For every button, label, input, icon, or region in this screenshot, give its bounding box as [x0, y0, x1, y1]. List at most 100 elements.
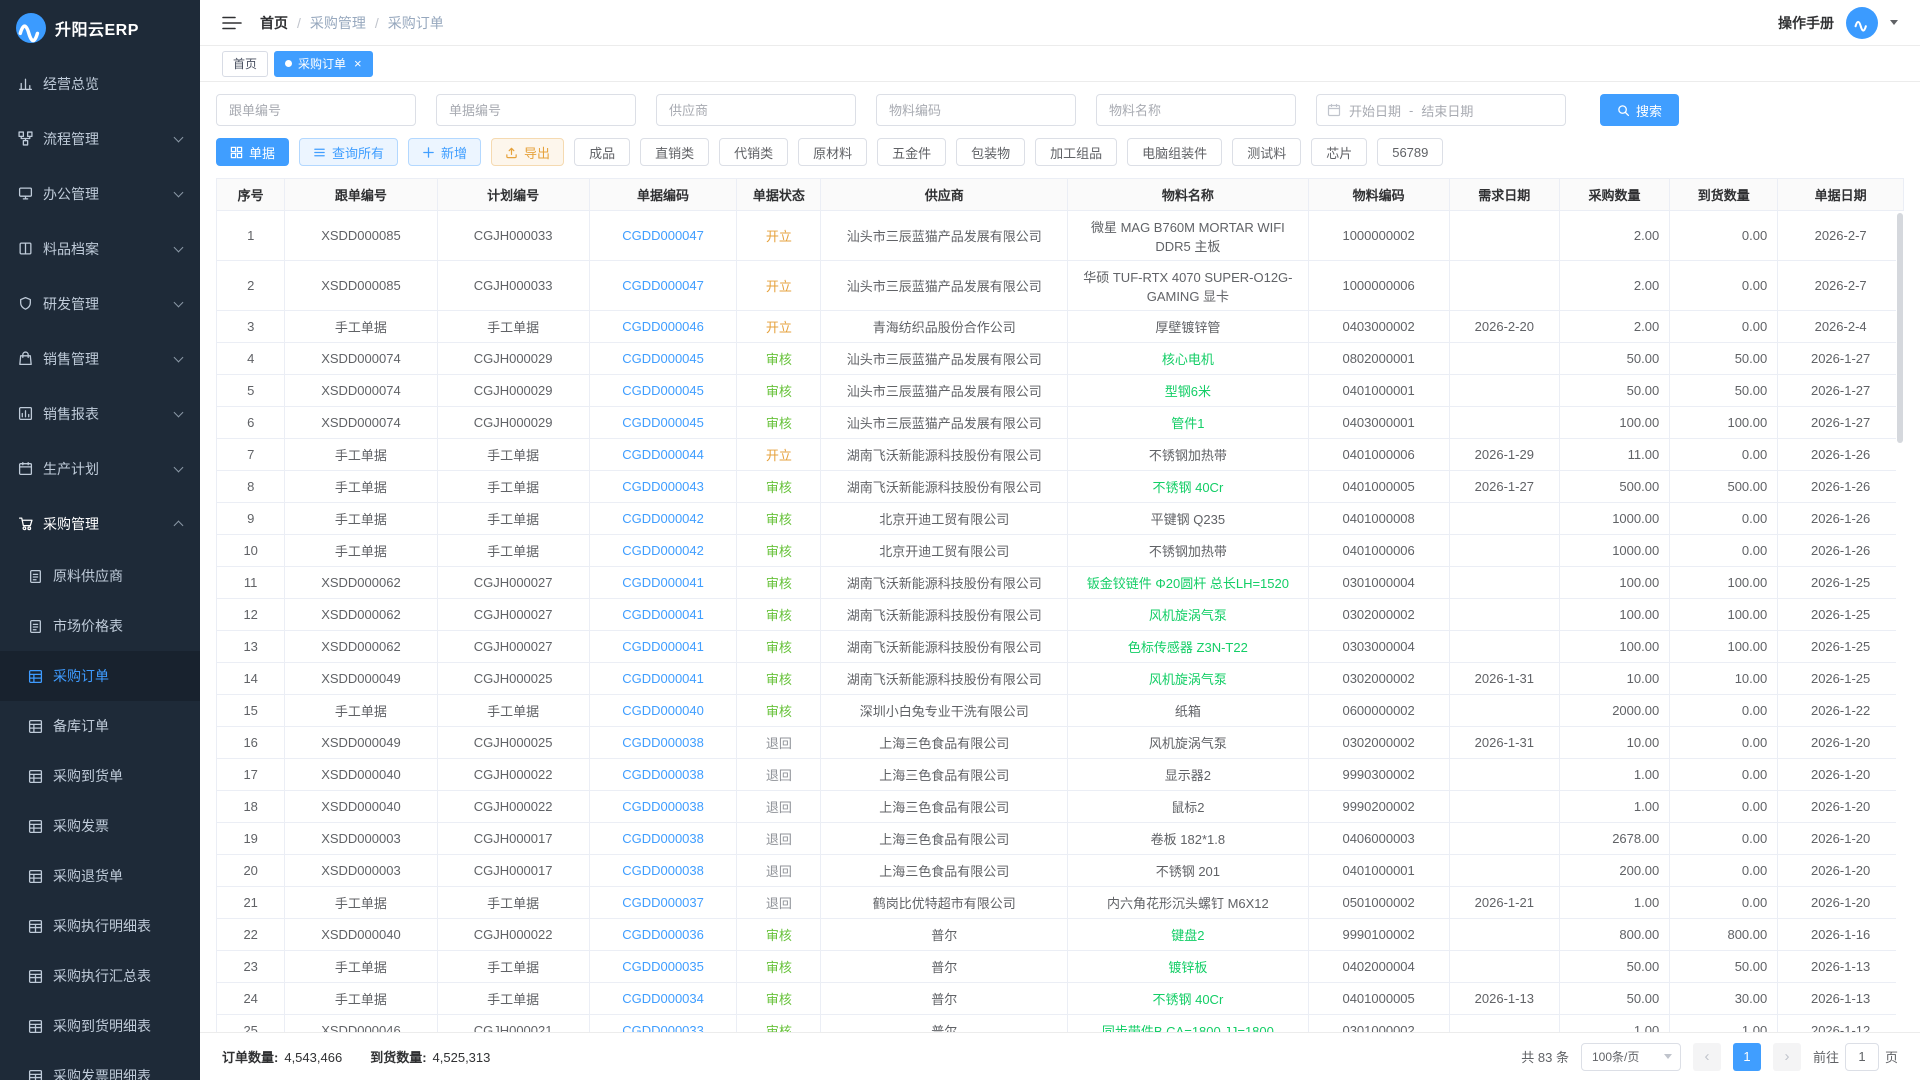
cell-doc-code[interactable]: CGDD000044	[589, 439, 737, 471]
breadcrumb-purchase-mgmt[interactable]: 采购管理	[310, 13, 366, 33]
category-chip[interactable]: 成品	[574, 138, 630, 166]
sidebar-subitem-purchase-orders[interactable]: 采购订单	[0, 651, 200, 701]
category-chip[interactable]: 代销类	[719, 138, 788, 166]
table-row[interactable]: 4XSDD000074CGJH000029CGDD000045审核汕头市三辰蓝猫…	[217, 343, 1904, 375]
category-chip[interactable]: 电脑组装件	[1127, 138, 1222, 166]
table-row[interactable]: 7手工单据手工单据CGDD000044开立湖南飞沃新能源科技股份有限公司不锈钢加…	[217, 439, 1904, 471]
cell-doc-code[interactable]: CGDD000036	[589, 919, 737, 951]
cell-doc-code[interactable]: CGDD000037	[589, 887, 737, 919]
table-row[interactable]: 11XSDD000062CGJH000027CGDD000041审核湖南飞沃新能…	[217, 567, 1904, 599]
query-all-button[interactable]: 查询所有	[299, 138, 398, 166]
table-row[interactable]: 2XSDD000085CGJH000033CGDD000047开立汕头市三辰蓝猫…	[217, 261, 1904, 311]
cell-doc-code[interactable]: CGDD000046	[589, 311, 737, 343]
sidebar-subitem-stock-orders[interactable]: 备库订单	[0, 701, 200, 751]
table-row[interactable]: 10手工单据手工单据CGDD000042审核北京开迪工贸有限公司不锈钢加热带04…	[217, 535, 1904, 567]
cell-doc-code[interactable]: CGDD000042	[589, 535, 737, 567]
table-row[interactable]: 6XSDD000074CGJH000029CGDD000045审核汕头市三辰蓝猫…	[217, 407, 1904, 439]
table-row[interactable]: 20XSDD000003CGJH000017CGDD000038退回上海三色食品…	[217, 855, 1904, 887]
sidebar-item-production[interactable]: 生产计划	[0, 441, 200, 496]
table-scrollbar[interactable]	[1896, 211, 1904, 1032]
cell-doc-code[interactable]: CGDD000041	[589, 631, 737, 663]
table-row[interactable]: 16XSDD000049CGJH000025CGDD000038退回上海三色食品…	[217, 727, 1904, 759]
breadcrumb-home[interactable]: 首页	[260, 13, 288, 33]
sidebar-subitem-exec-summary[interactable]: 采购执行汇总表	[0, 951, 200, 1001]
cell-doc-code[interactable]: CGDD000038	[589, 791, 737, 823]
table-row[interactable]: 24手工单据手工单据CGDD000034审核普尔不锈钢 40Cr04010000…	[217, 983, 1904, 1015]
manual-link[interactable]: 操作手册	[1778, 13, 1834, 33]
table-row[interactable]: 22XSDD000040CGJH000022CGDD000036审核普尔键盘29…	[217, 919, 1904, 951]
table-row[interactable]: 1XSDD000085CGJH000033CGDD000047开立汕头市三辰蓝猫…	[217, 211, 1904, 261]
doc-no-input[interactable]	[436, 94, 636, 126]
category-chip[interactable]: 五金件	[877, 138, 946, 166]
current-page-button[interactable]: 1	[1733, 1043, 1761, 1071]
sidebar-item-office[interactable]: 办公管理	[0, 166, 200, 221]
add-button[interactable]: 新增	[408, 138, 481, 166]
sidebar-item-sales-report[interactable]: 销售报表	[0, 386, 200, 441]
table-row[interactable]: 9手工单据手工单据CGDD000042审核北京开迪工贸有限公司平键钢 Q2350…	[217, 503, 1904, 535]
goto-page-input[interactable]	[1845, 1043, 1879, 1071]
cell-doc-code[interactable]: CGDD000045	[589, 343, 737, 375]
user-menu-caret-icon[interactable]	[1890, 20, 1898, 25]
scrollbar-thumb[interactable]	[1897, 213, 1903, 443]
cell-doc-code[interactable]: CGDD000041	[589, 567, 737, 599]
table-row[interactable]: 15手工单据手工单据CGDD000040审核深圳小白兔专业干洗有限公司纸箱060…	[217, 695, 1904, 727]
cell-doc-code[interactable]: CGDD000040	[589, 695, 737, 727]
sidebar-subitem-arrivals[interactable]: 采购到货单	[0, 751, 200, 801]
close-tab-icon[interactable]: ×	[354, 57, 362, 70]
search-button[interactable]: 搜索	[1600, 94, 1679, 126]
collapse-menu-icon[interactable]	[222, 15, 242, 31]
document-button[interactable]: 单据	[216, 138, 289, 166]
sidebar-subitem-invoice-detail[interactable]: 采购发票明细表	[0, 1051, 200, 1080]
table-row[interactable]: 19XSDD000003CGJH000017CGDD000038退回上海三色食品…	[217, 823, 1904, 855]
sidebar-item-materials[interactable]: 料品档案	[0, 221, 200, 276]
cell-doc-code[interactable]: CGDD000038	[589, 759, 737, 791]
table-row[interactable]: 17XSDD000040CGJH000022CGDD000038退回上海三色食品…	[217, 759, 1904, 791]
cell-doc-code[interactable]: CGDD000043	[589, 471, 737, 503]
table-row[interactable]: 8手工单据手工单据CGDD000043审核湖南飞沃新能源科技股份有限公司不锈钢 …	[217, 471, 1904, 503]
cell-doc-code[interactable]: CGDD000047	[589, 211, 737, 261]
tracking-no-input[interactable]	[216, 94, 416, 126]
table-row[interactable]: 5XSDD000074CGJH000029CGDD000045审核汕头市三辰蓝猫…	[217, 375, 1904, 407]
category-chip[interactable]: 原材料	[798, 138, 867, 166]
cell-doc-code[interactable]: CGDD000038	[589, 727, 737, 759]
cell-doc-code[interactable]: CGDD000041	[589, 599, 737, 631]
cell-doc-code[interactable]: CGDD000038	[589, 855, 737, 887]
sidebar-subitem-price-list[interactable]: 市场价格表	[0, 601, 200, 651]
page-size-select[interactable]: 100条/页	[1581, 1043, 1681, 1071]
table-row[interactable]: 21手工单据手工单据CGDD000037退回鹤岗比优特超市有限公司内六角花形沉头…	[217, 887, 1904, 919]
cell-doc-code[interactable]: CGDD000047	[589, 261, 737, 311]
category-chip[interactable]: 包装物	[956, 138, 1025, 166]
tab-purchase-orders[interactable]: 采购订单 ×	[274, 51, 373, 77]
cell-doc-code[interactable]: CGDD000045	[589, 407, 737, 439]
category-chip[interactable]: 测试料	[1232, 138, 1301, 166]
date-range-picker[interactable]: 开始日期 - 结束日期	[1316, 94, 1566, 126]
cell-doc-code[interactable]: CGDD000042	[589, 503, 737, 535]
sidebar-item-process[interactable]: 流程管理	[0, 111, 200, 166]
category-chip[interactable]: 芯片	[1311, 138, 1367, 166]
sidebar-subitem-suppliers[interactable]: 原料供应商	[0, 551, 200, 601]
cell-doc-code[interactable]: CGDD000034	[589, 983, 737, 1015]
cell-doc-code[interactable]: CGDD000033	[589, 1015, 737, 1033]
category-chip[interactable]: 加工组品	[1035, 138, 1117, 166]
tab-home[interactable]: 首页	[222, 51, 268, 77]
supplier-input[interactable]	[656, 94, 856, 126]
material-name-input[interactable]	[1096, 94, 1296, 126]
table-row[interactable]: 25XSDD000046CGJH000021CGDD000033审核普尔同步带件…	[217, 1015, 1904, 1033]
next-page-button[interactable]: ›	[1773, 1043, 1801, 1071]
sidebar-item-overview[interactable]: 经营总览	[0, 56, 200, 111]
table-row[interactable]: 23手工单据手工单据CGDD000035审核普尔镀锌板040200000450.…	[217, 951, 1904, 983]
sidebar-item-sales[interactable]: 销售管理	[0, 331, 200, 386]
table-row[interactable]: 14XSDD000049CGJH000025CGDD000041审核湖南飞沃新能…	[217, 663, 1904, 695]
cell-doc-code[interactable]: CGDD000045	[589, 375, 737, 407]
table-row[interactable]: 18XSDD000040CGJH000022CGDD000038退回上海三色食品…	[217, 791, 1904, 823]
table-row[interactable]: 3手工单据手工单据CGDD000046开立青海纺织品股份合作公司厚壁镀锌管040…	[217, 311, 1904, 343]
avatar[interactable]	[1846, 7, 1878, 39]
category-chip[interactable]: 直销类	[640, 138, 709, 166]
table-row[interactable]: 12XSDD000062CGJH000027CGDD000041审核湖南飞沃新能…	[217, 599, 1904, 631]
table-row[interactable]: 13XSDD000062CGJH000027CGDD000041审核湖南飞沃新能…	[217, 631, 1904, 663]
sidebar-item-purchase[interactable]: 采购管理	[0, 496, 200, 551]
export-button[interactable]: 导出	[491, 138, 564, 166]
sidebar-item-rd[interactable]: 研发管理	[0, 276, 200, 331]
cell-doc-code[interactable]: CGDD000041	[589, 663, 737, 695]
cell-doc-code[interactable]: CGDD000035	[589, 951, 737, 983]
